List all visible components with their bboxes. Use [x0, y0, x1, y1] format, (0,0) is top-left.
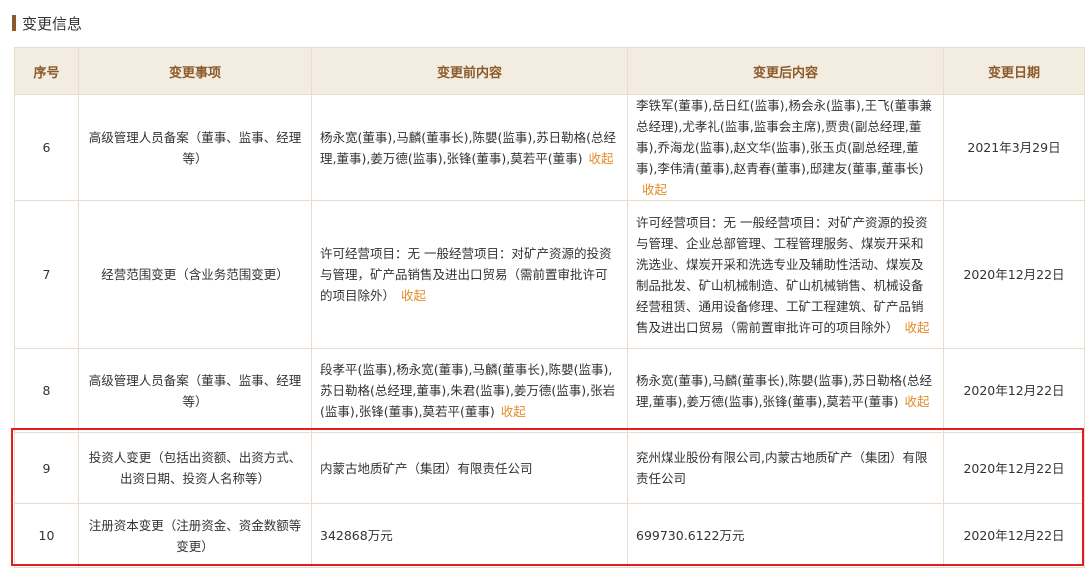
row-before: 段孝平(监事),杨永宽(董事),马麟(董事长),陈嬰(监事),苏日勒格(总经理,… — [311, 348, 628, 433]
before-text: 许可经营项目：无 一般经营项目：对矿产资源的投资与管理，矿产品销售及进出口贸易（… — [320, 246, 612, 303]
table-row: 6 高级管理人员备案（董事、监事、经理等） 杨永宽(董事),马麟(董事长),陈嬰… — [14, 94, 1085, 201]
collapse-link[interactable]: 收起 — [501, 404, 526, 419]
row-date: 2020年12月22日 — [943, 348, 1085, 433]
collapse-link[interactable]: 收起 — [589, 151, 614, 166]
row-item: 高级管理人员备案（董事、监事、经理等） — [78, 348, 312, 433]
after-text: 许可经营项目：无 一般经营项目：对矿产资源的投资与管理、企业总部管理、工程管理服… — [636, 214, 928, 335]
section-header: 变更信息 — [12, 12, 82, 34]
collapse-link[interactable]: 收起 — [905, 320, 930, 335]
table-header-row: 序号 变更事项 变更前内容 变更后内容 变更日期 — [14, 47, 1085, 95]
before-text: 段孝平(监事),杨永宽(董事),马麟(董事长),陈嬰(监事),苏日勒格(总经理,… — [320, 362, 616, 419]
before-text: 杨永宽(董事),马麟(董事长),陈嬰(监事),苏日勒格(总经理,董事),姜万德(… — [320, 129, 617, 166]
row-seq: 9 — [14, 432, 79, 504]
row-item: 高级管理人员备案（董事、监事、经理等） — [78, 94, 312, 201]
row-item: 注册资本变更（注册资金、资金数额等变更） — [78, 503, 312, 568]
row-before: 342868万元 — [311, 503, 628, 568]
table-row: 9 投资人变更（包括出资额、出资方式、出资日期、投资人名称等） 内蒙古地质矿产（… — [14, 432, 1085, 504]
section-title: 变更信息 — [22, 14, 83, 33]
table-row: 10 注册资本变更（注册资金、资金数额等变更） 342868万元 699730.… — [14, 503, 1085, 568]
row-after: 杨永宽(董事),马麟(董事长),陈嬰(监事),苏日勒格(总经理,董事),姜万德(… — [627, 348, 944, 433]
header-seq: 序号 — [14, 47, 79, 95]
collapse-link[interactable]: 收起 — [401, 288, 426, 303]
row-date: 2021年3月29日 — [943, 94, 1085, 201]
row-seq: 10 — [14, 503, 79, 568]
row-before: 许可经营项目：无 一般经营项目：对矿产资源的投资与管理，矿产品销售及进出口贸易（… — [311, 200, 628, 349]
table-row: 8 高级管理人员备案（董事、监事、经理等） 段孝平(监事),杨永宽(董事),马麟… — [14, 348, 1085, 433]
row-seq: 8 — [14, 348, 79, 433]
header-before: 变更前内容 — [311, 47, 628, 95]
table-row: 7 经营范围变更（含业务范围变更） 许可经营项目：无 一般经营项目：对矿产资源的… — [14, 200, 1085, 349]
header-after: 变更后内容 — [627, 47, 944, 95]
row-seq: 7 — [14, 200, 79, 349]
row-date: 2020年12月22日 — [943, 432, 1085, 504]
header-item: 变更事项 — [78, 47, 312, 95]
row-after: 699730.6122万元 — [627, 503, 944, 568]
section-marker — [12, 15, 16, 31]
row-date: 2020年12月22日 — [943, 200, 1085, 349]
header-date: 变更日期 — [943, 47, 1085, 95]
after-text: 李铁军(董事),岳日红(监事),杨会永(监事),王飞(董事兼总经理),尤孝礼(监… — [636, 98, 933, 176]
row-item: 经营范围变更（含业务范围变更） — [78, 200, 312, 349]
collapse-link[interactable]: 收起 — [642, 182, 667, 197]
row-after: 李铁军(董事),岳日红(监事),杨会永(监事),王飞(董事兼总经理),尤孝礼(监… — [627, 94, 944, 201]
row-date: 2020年12月22日 — [943, 503, 1085, 568]
row-before: 内蒙古地质矿产（集团）有限责任公司 — [311, 432, 628, 504]
row-seq: 6 — [14, 94, 79, 201]
row-before: 杨永宽(董事),马麟(董事长),陈嬰(监事),苏日勒格(总经理,董事),姜万德(… — [311, 94, 628, 201]
collapse-link[interactable]: 收起 — [905, 394, 930, 409]
row-after: 许可经营项目：无 一般经营项目：对矿产资源的投资与管理、企业总部管理、工程管理服… — [627, 200, 944, 349]
row-after: 兖州煤业股份有限公司,内蒙古地质矿产（集团）有限责任公司 — [627, 432, 944, 504]
after-text: 杨永宽(董事),马麟(董事长),陈嬰(监事),苏日勒格(总经理,董事),姜万德(… — [636, 372, 933, 409]
row-item: 投资人变更（包括出资额、出资方式、出资日期、投资人名称等） — [78, 432, 312, 504]
change-history-table: 序号 变更事项 变更前内容 变更后内容 变更日期 6 高级管理人员备案（董事、监… — [14, 47, 1085, 568]
